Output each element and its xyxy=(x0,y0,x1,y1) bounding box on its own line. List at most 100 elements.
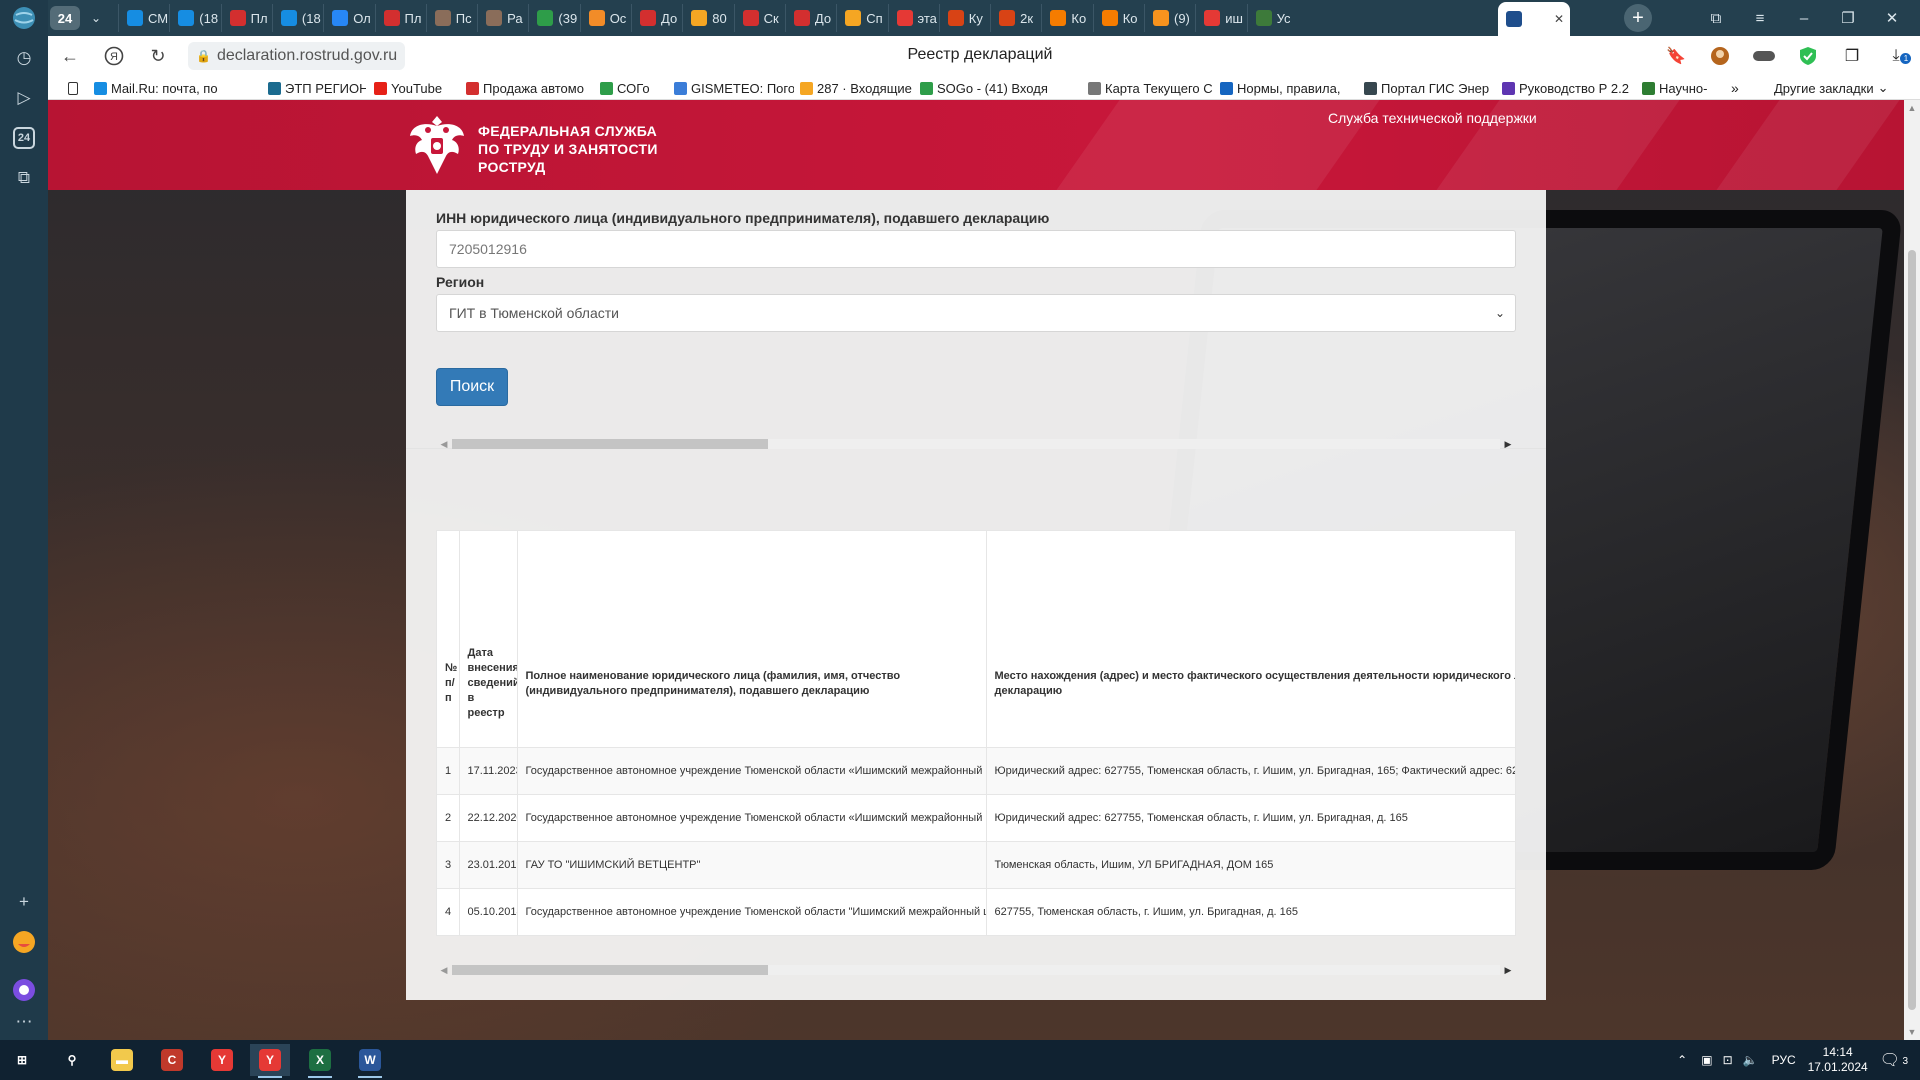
news-24-icon[interactable]: 24 xyxy=(13,127,35,149)
bookmark-item[interactable]: 287 · Входящие — xyxy=(800,79,914,97)
restore-icon[interactable]: ❐ xyxy=(1830,4,1866,32)
reload-icon[interactable]: ↻ xyxy=(144,42,172,70)
bookmark-item[interactable]: YouTube xyxy=(374,79,442,97)
col-header-date[interactable]: Дата внесения сведений в реестр xyxy=(459,531,518,748)
bookmark-item[interactable]: Mail.Ru: почта, по xyxy=(94,79,218,97)
bookmark-label: Продажа автомо xyxy=(483,80,584,96)
yandex-home-icon[interactable]: Я xyxy=(100,42,128,70)
cell-date: 22.12.2020 xyxy=(459,794,518,842)
scrollbar-thumb[interactable] xyxy=(1908,250,1916,1010)
region-select[interactable]: ГИТ в Тюменской области ⌄ xyxy=(436,294,1516,332)
yandex-browser-icon[interactable]: Y xyxy=(202,1044,242,1076)
mail-icon xyxy=(178,10,195,26)
back-icon[interactable]: ← xyxy=(56,42,84,70)
bookmark-label: GISMETEO: Погод xyxy=(691,80,794,96)
tab-title: Пс xyxy=(455,10,472,26)
tab-count-badge[interactable]: 24 xyxy=(50,6,80,30)
scrollbar-thumb[interactable] xyxy=(452,439,768,449)
alice-assistant-icon[interactable] xyxy=(10,976,38,1004)
site-header: ФЕДЕРАЛЬНАЯ СЛУЖБА ПО ТРУДУ И ЗАНЯТОСТИ … xyxy=(48,100,1904,190)
mail-icon xyxy=(691,10,708,26)
page-scrollbar[interactable]: ▲ ▼ xyxy=(1904,100,1920,1040)
new-tab-button[interactable]: + xyxy=(1624,4,1652,32)
chevron-down-icon[interactable]: ⌄ xyxy=(84,6,108,30)
chevron-up-icon[interactable]: ⌃ xyxy=(1677,1053,1687,1067)
pdf-icon xyxy=(742,10,759,26)
file-explorer-icon[interactable]: ▬ xyxy=(102,1044,142,1076)
collections-icon[interactable]: ❐ xyxy=(1840,44,1864,68)
language-indicator[interactable]: РУС xyxy=(1772,1053,1796,1067)
rts-icon xyxy=(640,10,656,26)
market-icon[interactable] xyxy=(10,928,38,956)
notifications-icon[interactable]: 🗨 3 xyxy=(1880,1050,1910,1070)
more-bookmarks-icon[interactable]: » xyxy=(1731,79,1739,97)
close-tab-icon[interactable]: ✕ xyxy=(1554,12,1564,26)
bookmark-label: Научно- xyxy=(1659,80,1708,96)
col-header-address[interactable]: Место нахождения (адрес) и место фактиче… xyxy=(986,531,1515,748)
inn-input[interactable]: 7205012916 xyxy=(436,230,1516,268)
bookmark-item[interactable]: Продажа автомо xyxy=(466,79,584,97)
bookmark-manager-icon[interactable]: ⧉ xyxy=(1698,4,1734,32)
scrollbar-thumb[interactable] xyxy=(452,965,768,975)
scroll-left-icon[interactable]: ◀ xyxy=(436,436,452,452)
clock[interactable]: 14:14 17.01.2024 xyxy=(1808,1045,1868,1075)
browser-tab[interactable]: ✕ xyxy=(1498,2,1570,36)
menu-icon[interactable]: ≡ xyxy=(1742,4,1778,32)
video-icon[interactable]: ▷ xyxy=(10,84,38,112)
table-header-row: № п/п Дата внесения сведений в реестр По… xyxy=(437,531,1515,748)
downloads-icon[interactable]: ⤓ 1 xyxy=(1884,44,1912,68)
table-top-scrollbar[interactable]: ◀ ▶ xyxy=(436,436,1516,452)
search-button[interactable]: Поиск xyxy=(436,368,508,406)
scroll-up-icon[interactable]: ▲ xyxy=(1904,100,1920,116)
network-icon[interactable]: ⊡ xyxy=(1723,1053,1733,1067)
excel-icon[interactable]: X xyxy=(300,1044,340,1078)
history-icon[interactable]: ◷ xyxy=(10,44,38,72)
pdf-icon xyxy=(229,10,246,26)
extension-cloud-icon[interactable] xyxy=(1752,44,1776,68)
cell-name: ГАУ ТО "ИШИМСКИЙ ВЕТЦЕНТР" xyxy=(517,841,987,889)
scroll-right-icon[interactable]: ▶ xyxy=(1500,962,1516,978)
meet-now-icon[interactable]: ▣ xyxy=(1701,1053,1712,1067)
protect-shield-icon[interactable] xyxy=(1796,44,1820,68)
col-header-number[interactable]: № п/п xyxy=(437,531,460,748)
screenshot-icon[interactable]: ⧉ xyxy=(10,164,38,192)
other-bookmarks[interactable]: Другие закладки ⌄ xyxy=(1774,79,1889,97)
scroll-down-icon[interactable]: ▼ xyxy=(1904,1024,1920,1040)
url-field[interactable]: 🔒 declaration.rostrud.gov.ru xyxy=(188,42,406,70)
bookmarks-page-icon[interactable] xyxy=(68,79,78,97)
word-icon[interactable]: W xyxy=(350,1044,390,1078)
bookmark-item[interactable]: ЭТП РЕГИОН xyxy=(268,79,366,97)
agency-name[interactable]: ФЕДЕРАЛЬНАЯ СЛУЖБА ПО ТРУДУ И ЗАНЯТОСТИ … xyxy=(478,122,658,176)
col-header-name[interactable]: Полное наименование юридического лица (ф… xyxy=(517,531,987,748)
bookmark-item[interactable]: GISMETEO: Погод xyxy=(674,79,794,97)
bookmark-item[interactable]: Портал ГИС Энер xyxy=(1364,79,1489,97)
bookmark-item[interactable]: Карта Текущего С xyxy=(1088,79,1213,97)
mail-icon xyxy=(280,10,297,26)
scroll-left-icon[interactable]: ◀ xyxy=(436,962,452,978)
bookmark-item[interactable]: Руководство Р 2.2 xyxy=(1502,79,1629,97)
table-bottom-scrollbar[interactable]: ◀ ▶ xyxy=(436,962,1516,978)
coat-of-arms-logo[interactable] xyxy=(406,112,468,178)
scroll-right-icon[interactable]: ▶ xyxy=(1500,436,1516,452)
volume-icon[interactable]: 🔈 xyxy=(1743,1053,1758,1067)
bookmark-item[interactable]: Нормы, правила, xyxy=(1220,79,1340,97)
extension-avatar-icon[interactable] xyxy=(1708,44,1732,68)
windows-start-icon[interactable]: ⊞ xyxy=(2,1044,42,1076)
browser-sidebar: ◷ ▷ 24 ⧉ + ⋯ xyxy=(0,0,48,1040)
bookmark-item[interactable]: СОГо xyxy=(600,79,650,97)
tech-support-link[interactable]: Служба технической поддержки xyxy=(1328,110,1537,126)
add-panel-icon[interactable]: + xyxy=(10,888,38,916)
alice-globe-icon[interactable] xyxy=(10,4,38,32)
bookmark-item[interactable]: Научно- xyxy=(1642,79,1707,97)
bookmark-icon[interactable]: 🔖 xyxy=(1664,44,1688,68)
close-window-icon[interactable]: ✕ xyxy=(1874,4,1910,32)
rostrud-icon xyxy=(1506,11,1522,27)
minimize-icon[interactable]: – xyxy=(1786,4,1822,32)
sogo-icon xyxy=(600,81,613,95)
search-icon[interactable]: ⚲ xyxy=(52,1044,92,1076)
more-icon[interactable]: ⋯ xyxy=(10,1008,38,1036)
yandex-browser-active-icon[interactable]: Y xyxy=(250,1044,290,1078)
bookmark-item[interactable]: SOGo - (41) Входя xyxy=(920,79,1048,97)
chrome-icon[interactable]: C xyxy=(152,1044,192,1076)
browser-tab[interactable]: Ус xyxy=(1246,4,1307,32)
